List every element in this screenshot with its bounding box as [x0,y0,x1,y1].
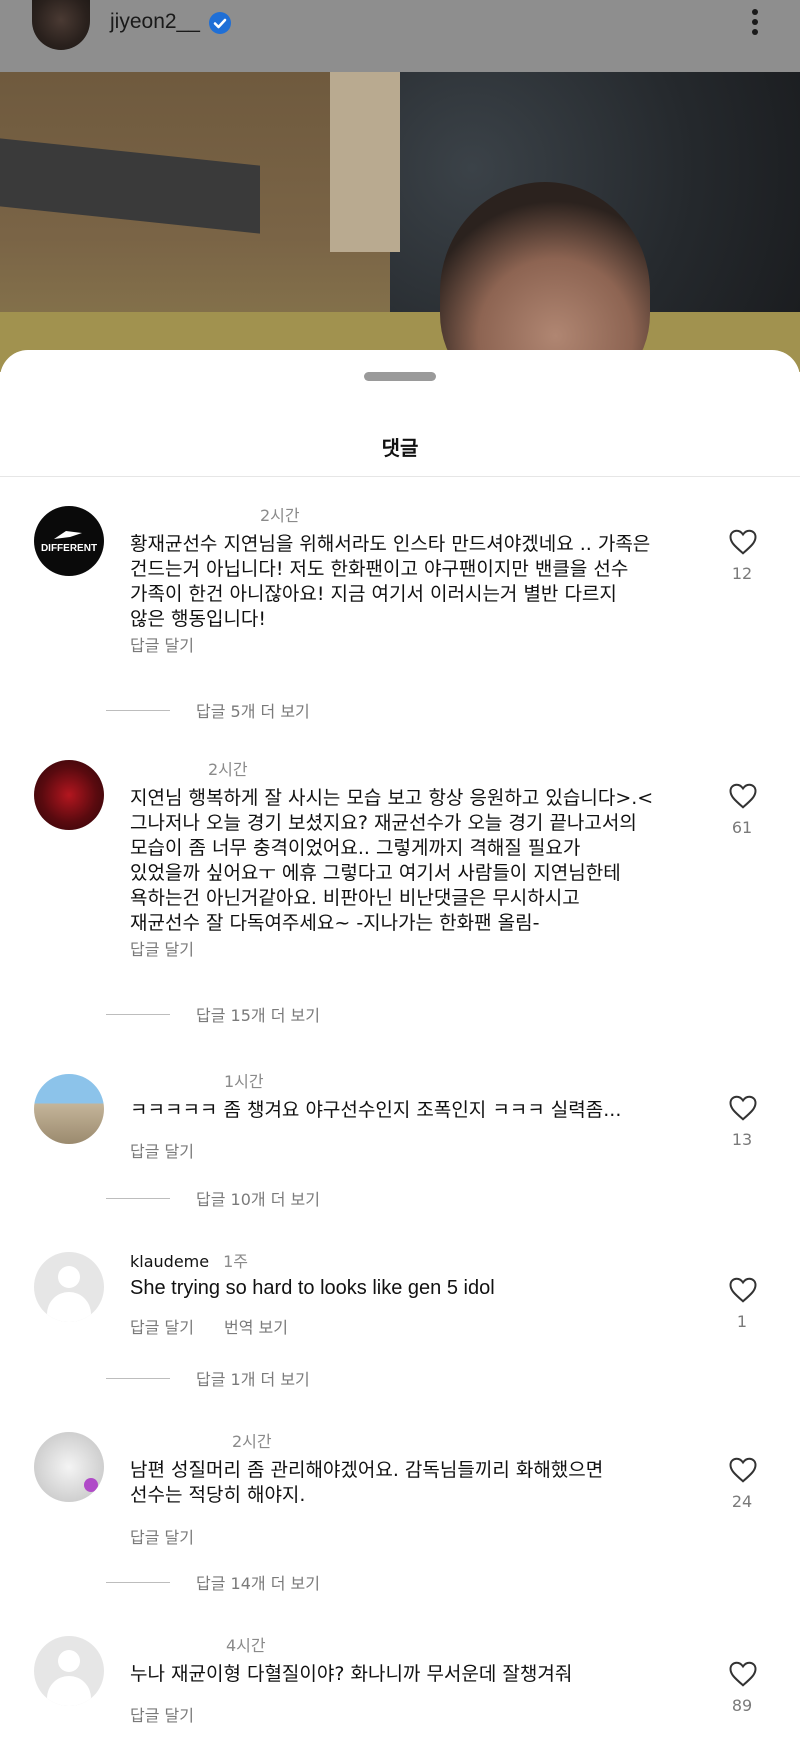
like-count: 61 [731,818,753,837]
comment-text: 황재균선수 지연님을 위해서라도 인스타 만드셔야겠네요 .. 가족은 건드는거… [130,533,651,630]
default-avatar-icon[interactable] [34,1636,104,1706]
comment-text: 누나 재균이형 다혈질이야? 화나니까 무서운데 잘챙겨줘 [130,1663,573,1685]
post-author-avatar[interactable] [32,0,90,50]
heart-icon[interactable] [728,1276,758,1304]
view-more-replies[interactable]: 답글 5개 더 보기 [106,700,310,721]
comment-time: 2시간 [208,760,248,779]
sheet-drag-handle[interactable] [364,372,436,381]
verified-badge-icon [209,12,231,34]
like-count: 1 [736,1312,748,1331]
comment-time: 1시간 [224,1072,264,1091]
reply-button[interactable]: 답글 달기 [130,1528,194,1547]
heart-icon[interactable] [728,1094,758,1122]
default-avatar-icon[interactable] [34,1252,104,1322]
comment-actions: 답글 달기 [130,936,224,960]
heart-icon[interactable] [728,782,758,810]
comment-actions: 답글 달기 [130,632,224,656]
heart-icon[interactable] [728,1456,758,1484]
comment-text: ㅋㅋㅋㅋㅋ 좀 챙겨요 야구선수인지 조폭인지 ㅋㅋㅋ 실력좀... [130,1099,622,1121]
avatar-logo-text: DIFFERENT [40,542,98,554]
like-count: 24 [731,1492,753,1511]
comments-sheet: 댓글 DIFFERENT 2시간 황재균선수 지연님을 위해서라도 인스타 만드… [0,350,800,1756]
like-count: 12 [731,564,753,583]
heart-icon[interactable] [728,1660,758,1688]
comment-actions: 답글 달기 [130,1138,224,1162]
view-more-replies[interactable]: 답글 15개 더 보기 [106,1004,320,1025]
badge-dot-icon [84,1478,98,1492]
more-vertical-icon[interactable] [748,6,762,40]
like-count: 13 [731,1130,753,1149]
comment-text: 남편 성질머리 좀 관리해야겠어요. 감독님들끼리 화해했으면 선수는 적당히 … [130,1459,604,1506]
commenter-avatar[interactable]: DIFFERENT [34,506,104,576]
commenter-avatar[interactable] [34,1432,104,1502]
reply-button[interactable]: 답글 달기 [130,1706,194,1725]
view-more-replies[interactable]: 답글 14개 더 보기 [106,1572,320,1593]
comment-time: 2시간 [260,506,300,525]
comment-actions: 답글 달기 [130,1524,224,1548]
commenter-avatar[interactable] [34,1074,104,1144]
like-count: 89 [731,1696,753,1715]
logo-icon [54,530,82,539]
reply-button[interactable]: 답글 달기 [130,1142,194,1161]
reply-button[interactable]: 답글 달기 [130,636,194,655]
comment-actions: 답글 달기 번역 보기 [130,1314,318,1338]
comment-time: 2시간 [232,1432,272,1451]
divider [0,476,800,477]
commenter-avatar[interactable] [34,760,104,830]
view-more-replies[interactable]: 답글 1개 더 보기 [106,1368,310,1389]
translate-button[interactable]: 번역 보기 [224,1318,288,1337]
comment-text: She trying so hard to looks like gen 5 i… [130,1277,495,1299]
comment-meta: klaudeme 1주 [130,1248,248,1272]
comment-text: 지연님 행복하게 잘 사시는 모습 보고 항상 응원하고 있습니다>.< 그나저… [130,787,654,934]
comment-actions: 답글 달기 [130,1702,224,1726]
reply-button[interactable]: 답글 달기 [130,1318,194,1337]
comment-time: 1주 [223,1252,248,1271]
post-username[interactable]: jiyeon2__ [110,10,200,34]
comments-title: 댓글 [381,436,419,460]
reply-button[interactable]: 답글 달기 [130,940,194,959]
heart-icon[interactable] [728,528,758,556]
post-photo [0,72,800,372]
comment-time: 4시간 [226,1636,266,1655]
view-more-replies[interactable]: 답글 10개 더 보기 [106,1188,320,1209]
post-header: jiyeon2__ [0,0,800,72]
comment-username[interactable]: klaudeme [130,1252,209,1271]
